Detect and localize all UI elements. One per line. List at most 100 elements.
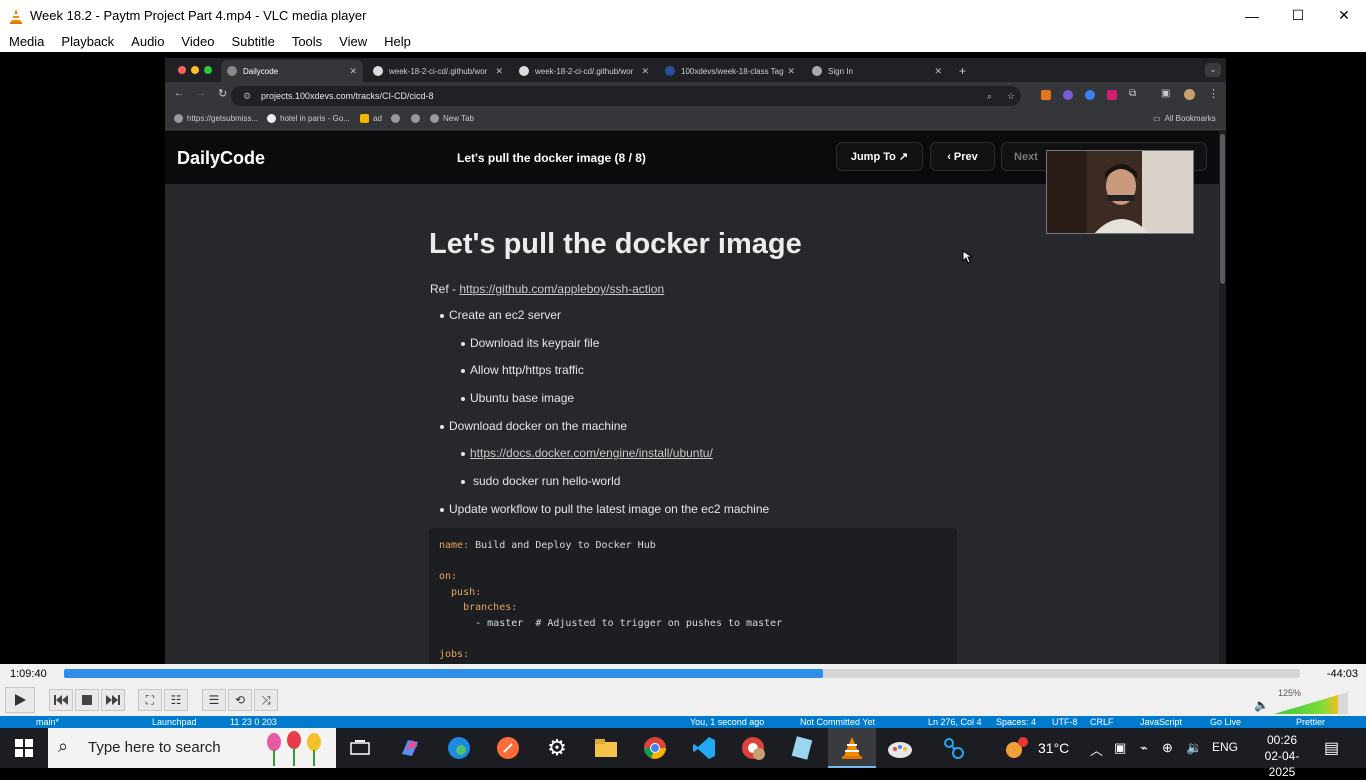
network-app-icon[interactable] bbox=[940, 734, 968, 762]
side-panel-icon[interactable]: ▣ bbox=[1161, 88, 1170, 99]
menu-playback[interactable]: Playback bbox=[52, 34, 122, 49]
address-bar[interactable]: ⚙ projects.100xdevs.com/tracks/CI-CD/cic… bbox=[231, 86, 1021, 106]
language-mode[interactable]: JavaScript bbox=[1140, 716, 1182, 728]
close-tab-icon[interactable]: ✕ bbox=[641, 66, 649, 77]
menu-subtitle[interactable]: Subtitle bbox=[222, 34, 282, 49]
power-plug-icon[interactable]: ⌁ bbox=[1140, 740, 1148, 756]
scrollbar-thumb[interactable] bbox=[1220, 134, 1225, 284]
close-tab-icon[interactable]: ✕ bbox=[495, 66, 503, 77]
bookmark-item[interactable] bbox=[391, 114, 404, 123]
system-clock[interactable]: 00:26 02-04-2025 bbox=[1252, 732, 1312, 780]
remaining-time[interactable]: -44:03 bbox=[1327, 668, 1358, 680]
close-button[interactable]: ✕ bbox=[1321, 0, 1366, 31]
browser-menu-icon[interactable]: ⋮ bbox=[1208, 87, 1219, 100]
settings-gear-icon[interactable]: ⚙ bbox=[543, 734, 571, 762]
input-language[interactable]: ENG bbox=[1212, 740, 1238, 754]
weather-icon[interactable] bbox=[1004, 736, 1028, 760]
notifications-icon[interactable]: ▤ bbox=[1324, 738, 1339, 758]
git-branch[interactable]: main* bbox=[36, 716, 59, 728]
extension-icon[interactable] bbox=[1085, 90, 1095, 100]
previous-button[interactable] bbox=[49, 689, 73, 711]
chrome-profile-icon[interactable] bbox=[739, 734, 767, 762]
go-live[interactable]: Go Live bbox=[1210, 716, 1241, 728]
menu-help[interactable]: Help bbox=[375, 34, 419, 49]
zoom-icon[interactable]: ⌕ bbox=[987, 86, 992, 106]
launchpad[interactable]: Launchpad bbox=[152, 716, 197, 728]
menu-video[interactable]: Video bbox=[172, 34, 222, 49]
prettier[interactable]: Prettier bbox=[1296, 716, 1325, 728]
commit-status[interactable]: Not Committed Yet bbox=[800, 716, 875, 728]
indentation[interactable]: Spaces: 4 bbox=[996, 716, 1036, 728]
volume-tray-icon[interactable]: 🔉 bbox=[1186, 740, 1202, 756]
problems-count[interactable]: 11 23 0 203 bbox=[230, 716, 277, 728]
extensions-puzzle-icon[interactable]: ⧉ bbox=[1129, 88, 1136, 99]
stop-button[interactable] bbox=[75, 689, 99, 711]
extension-icon[interactable] bbox=[1107, 90, 1117, 100]
encoding[interactable]: UTF-8 bbox=[1052, 716, 1078, 728]
close-tab-icon[interactable]: ✕ bbox=[787, 66, 795, 77]
maximize-button[interactable]: ☐ bbox=[1275, 0, 1321, 31]
playlist-button[interactable]: ☰ bbox=[202, 689, 226, 711]
speaker-icon[interactable]: 🔈 bbox=[1254, 698, 1269, 712]
play-button[interactable] bbox=[5, 687, 35, 713]
paint-app-icon[interactable] bbox=[886, 734, 914, 762]
extension-icon[interactable] bbox=[1063, 90, 1073, 100]
back-icon[interactable]: ← bbox=[174, 88, 184, 99]
show-hidden-icons-chevron-icon[interactable]: ︿ bbox=[1090, 740, 1103, 759]
start-button[interactable] bbox=[0, 728, 48, 768]
bookmark-item[interactable]: https://getsubmiss... bbox=[174, 114, 258, 123]
profile-avatar[interactable] bbox=[1184, 89, 1195, 100]
temperature[interactable]: 31°C bbox=[1038, 740, 1069, 756]
prev-button[interactable]: ‹ Prev bbox=[930, 142, 995, 171]
file-explorer-icon[interactable] bbox=[592, 734, 620, 762]
monitor-tray-icon[interactable]: ▣ bbox=[1114, 740, 1126, 756]
extended-settings-button[interactable]: ☷ bbox=[164, 689, 188, 711]
menu-tools[interactable]: Tools bbox=[283, 34, 330, 49]
bookmark-item[interactable] bbox=[411, 114, 424, 123]
bookmark-star-icon[interactable]: ☆ bbox=[1007, 86, 1015, 106]
reload-icon[interactable]: ↻ bbox=[218, 87, 227, 100]
network-globe-icon[interactable]: ⊕ bbox=[1162, 740, 1173, 756]
site-logo[interactable]: DailyCode bbox=[177, 148, 265, 169]
menu-media[interactable]: Media bbox=[0, 34, 52, 49]
tab-search-chevron-icon[interactable]: ⌄ bbox=[1205, 63, 1221, 77]
tab-100xdevs[interactable]: 100xdevs/week-18-class Tag ✕ bbox=[659, 60, 801, 82]
close-tab-icon[interactable]: ✕ bbox=[934, 66, 942, 77]
bookmark-item[interactable]: hotel in paris - Go... bbox=[267, 114, 350, 123]
menu-view[interactable]: View bbox=[330, 34, 375, 49]
docker-install-link[interactable]: https://docs.docker.com/engine/install/u… bbox=[470, 446, 713, 460]
tab-dailycode[interactable]: Dailycode ✕ bbox=[221, 60, 363, 82]
ref-link[interactable]: https://github.com/appleboy/ssh-action bbox=[459, 282, 664, 296]
bookmark-item[interactable]: New Tab bbox=[430, 114, 474, 123]
chrome-icon[interactable] bbox=[641, 734, 669, 762]
vlc-taskbar-item[interactable] bbox=[828, 728, 876, 768]
all-bookmarks[interactable]: ▭ All Bookmarks bbox=[1153, 114, 1216, 123]
copilot-icon[interactable] bbox=[396, 734, 424, 762]
metamask-extension-icon[interactable] bbox=[1041, 90, 1051, 100]
fullscreen-button[interactable]: ⛶ bbox=[138, 689, 162, 711]
next-button[interactable] bbox=[101, 689, 125, 711]
vscode-icon[interactable] bbox=[690, 734, 718, 762]
tab-github-1[interactable]: week-18-2-ci-cd/.github/wor ✕ bbox=[367, 60, 509, 82]
line-ending[interactable]: CRLF bbox=[1090, 716, 1114, 728]
volume-slider[interactable] bbox=[1274, 692, 1348, 714]
tab-sign-in[interactable]: Sign In ✕ bbox=[806, 60, 948, 82]
task-view-icon[interactable] bbox=[346, 734, 374, 762]
shuffle-button[interactable]: ⤨ bbox=[254, 689, 278, 711]
git-blame[interactable]: You, 1 second ago bbox=[690, 716, 764, 728]
cursor-position[interactable]: Ln 276, Col 4 bbox=[928, 716, 982, 728]
minimize-button[interactable]: — bbox=[1229, 0, 1275, 31]
taskbar-search[interactable]: ⌕ Type here to search bbox=[48, 728, 336, 768]
postman-icon[interactable] bbox=[494, 734, 522, 762]
forward-icon[interactable]: → bbox=[196, 88, 206, 99]
seek-bar[interactable] bbox=[64, 669, 1300, 678]
loop-button[interactable]: ⟲ bbox=[228, 689, 252, 711]
close-tab-icon[interactable]: ✕ bbox=[349, 66, 357, 77]
bookmark-item[interactable]: ad bbox=[360, 114, 382, 123]
site-info-icon[interactable]: ⚙ bbox=[243, 86, 251, 106]
jump-to-button[interactable]: Jump To ↗ bbox=[836, 142, 923, 171]
edge-icon[interactable] bbox=[445, 734, 473, 762]
new-tab-button[interactable]: + bbox=[953, 60, 971, 82]
tab-github-2[interactable]: week-18-2-ci-cd/.github/wor ✕ bbox=[513, 60, 655, 82]
menu-audio[interactable]: Audio bbox=[122, 34, 172, 49]
